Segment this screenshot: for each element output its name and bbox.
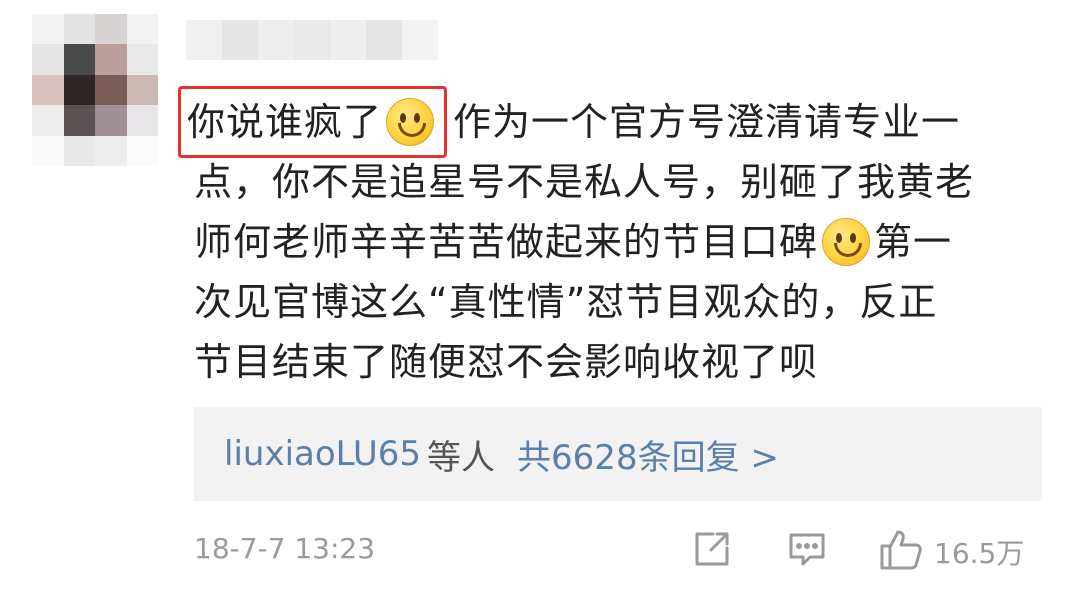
reply-suffix: 等人: [427, 437, 496, 478]
reply-count-link[interactable]: 共6628条回复 >: [517, 430, 779, 479]
comment-line-1: 你说谁疯了 作为一个官方号澄清请专业一: [178, 86, 1054, 158]
username[interactable]: [186, 20, 438, 60]
like-icon[interactable]: [878, 528, 924, 579]
comment-line-5: 节目结束了随便怼不会影响收视了呗: [194, 340, 819, 384]
comment-line-2: 点，你不是追星号不是私人号，别砸了我黄老: [194, 160, 975, 204]
avatar[interactable]: [32, 14, 158, 166]
comment-line-3: 师何老师辛辛苦苦做起来的节目口碑 第一: [194, 218, 953, 266]
comment-footer: 18-7-7 13:23 16.5万: [194, 526, 1042, 574]
share-icon[interactable]: [691, 528, 733, 577]
timestamp: 18-7-7 13:23: [194, 532, 376, 565]
smile-emoji-icon: [386, 98, 435, 146]
replies-summary[interactable]: liuxiaoLU65 等人 共6628条回复 >: [194, 407, 1042, 501]
highlighted-phrase: 你说谁疯了: [178, 86, 448, 158]
smile-emoji-icon: [822, 218, 871, 266]
comment-icon[interactable]: [786, 528, 828, 577]
like-count: 16.5万: [934, 537, 1025, 570]
comment-line-4: 次见官博这么“真性情”怼节目观众的，反正: [194, 280, 938, 324]
reply-user-link[interactable]: liuxiaoLU65: [224, 434, 421, 474]
comment-text: 你说谁疯了 作为一个官方号澄清请专业一 点，你不是追星号不是私人号，别砸了我黄老…: [178, 86, 1054, 392]
